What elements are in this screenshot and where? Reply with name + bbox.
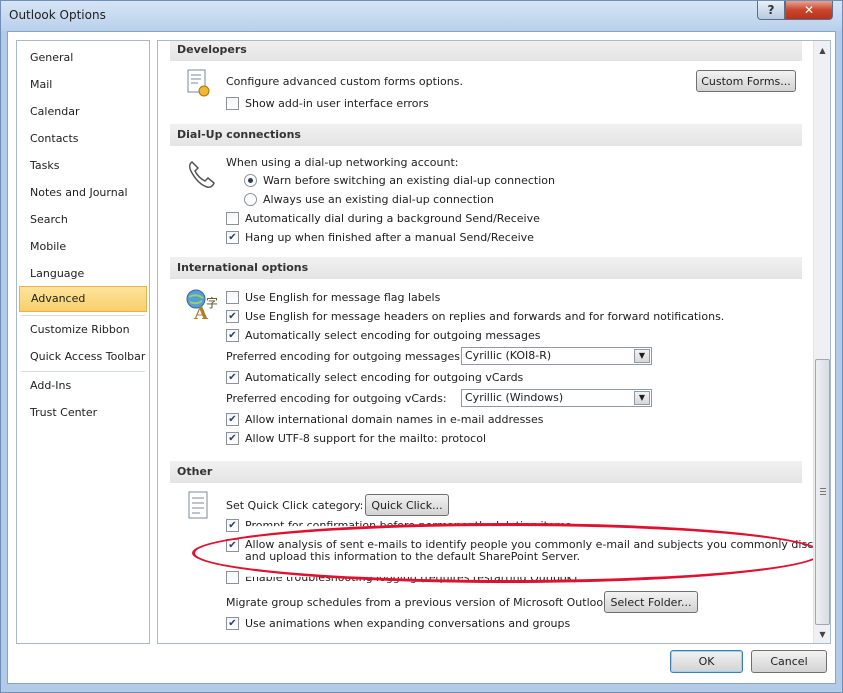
dialup-text: When using a dial-up networking account:	[226, 156, 459, 169]
hang-up-checkbox[interactable]: ✔	[226, 231, 239, 244]
preferred-encoding-select[interactable]: Cyrillic (KOI8-R) ▼	[461, 347, 652, 365]
hang-up-label: Hang up when finished after a manual Sen…	[245, 231, 534, 244]
custom-forms-text: Configure advanced custom forms options.	[226, 75, 463, 88]
warn-switch-radio[interactable]	[244, 174, 257, 187]
nav-item-advanced[interactable]: Advanced	[19, 286, 147, 312]
section-header-other: Other	[170, 461, 802, 483]
chevron-down-icon: ▼	[819, 629, 826, 639]
nav-item-quick-access-toolbar[interactable]: Quick Access Toolbar	[19, 345, 147, 369]
custom-forms-button[interactable]: Custom Forms...	[696, 70, 796, 92]
options-list-icon	[186, 491, 212, 527]
chevron-down-icon: ▼	[634, 349, 650, 363]
auto-encoding-label: Automatically select encoding for outgoi…	[245, 329, 541, 342]
addin-errors-label: Show add-in user interface errors	[245, 97, 429, 110]
content-scrollbar[interactable]: ▲ ▼	[813, 41, 830, 643]
nav-separator	[21, 315, 145, 316]
phone-icon	[186, 159, 216, 195]
nav-item-mail[interactable]: Mail	[19, 73, 147, 97]
close-button[interactable]: ✕	[785, 1, 833, 20]
nav-item-mobile[interactable]: Mobile	[19, 235, 147, 259]
chevron-down-icon: ▼	[634, 391, 650, 405]
scroll-up-button[interactable]: ▲	[815, 42, 830, 58]
english-flag-labels-checkbox[interactable]	[226, 291, 239, 304]
auto-vcard-checkbox[interactable]: ✔	[226, 371, 239, 384]
close-icon: ✕	[803, 3, 815, 17]
scroll-thumb[interactable]	[815, 359, 830, 625]
utf8-mailto-label: Allow UTF-8 support for the mailto: prot…	[245, 432, 487, 445]
ok-button[interactable]: OK	[670, 650, 743, 673]
auto-dial-label: Automatically dial during a background S…	[245, 212, 540, 225]
always-use-radio[interactable]	[244, 193, 257, 206]
nav-item-notes-journal[interactable]: Notes and Journal	[19, 181, 147, 205]
nav-item-contacts[interactable]: Contacts	[19, 127, 147, 151]
auto-vcard-label: Automatically select encoding for outgoi…	[245, 371, 524, 384]
intl-domains-checkbox[interactable]: ✔	[226, 413, 239, 426]
auto-encoding-checkbox[interactable]: ✔	[226, 329, 239, 342]
preferred-vcard-select[interactable]: Cyrillic (Windows) ▼	[461, 389, 652, 407]
advanced-options-pane: Developers Configure advanced custom for…	[157, 40, 831, 644]
nav-item-calendar[interactable]: Calendar	[19, 100, 147, 124]
nav-item-trust-center[interactable]: Trust Center	[19, 401, 147, 425]
scroll-down-button[interactable]: ▼	[815, 626, 830, 642]
animations-checkbox[interactable]: ✔	[226, 617, 239, 630]
animations-label: Use animations when expanding conversati…	[245, 617, 571, 630]
nav-item-add-ins[interactable]: Add-Ins	[19, 374, 147, 398]
section-header-developers: Developers	[170, 41, 802, 61]
english-headers-label: Use English for message headers on repli…	[245, 310, 725, 323]
addin-errors-checkbox[interactable]	[226, 97, 239, 110]
utf8-mailto-checkbox[interactable]: ✔	[226, 432, 239, 445]
grip-line	[820, 488, 826, 489]
select-folder-button[interactable]: Select Folder...	[604, 591, 698, 613]
nav-separator	[21, 371, 145, 372]
custom-forms-icon	[186, 69, 212, 105]
prompt-delete-checkbox[interactable]: ✔	[226, 519, 239, 532]
grip-line	[820, 491, 826, 492]
title-bar: Outlook Options ? ✕	[1, 1, 842, 31]
intl-domains-label: Allow international domain names in e-ma…	[245, 413, 544, 426]
dialog-client: General Mail Calendar Contacts Tasks Not…	[7, 31, 836, 684]
migrate-schedules-label: Migrate group schedules from a previous …	[226, 596, 614, 609]
cancel-button[interactable]: Cancel	[751, 650, 827, 673]
preferred-encoding-label: Preferred encoding for outgoing messages…	[226, 350, 464, 363]
preferred-encoding-value: Cyrillic (KOI8-R)	[465, 349, 552, 362]
nav-item-tasks[interactable]: Tasks	[19, 154, 147, 178]
options-nav: General Mail Calendar Contacts Tasks Not…	[16, 40, 150, 644]
preferred-vcard-value: Cyrillic (Windows)	[465, 391, 564, 404]
warn-switch-label: Warn before switching an existing dial-u…	[263, 174, 555, 187]
help-icon: ?	[767, 3, 775, 17]
nav-item-search[interactable]: Search	[19, 208, 147, 232]
outlook-options-window: Outlook Options ? ✕ General Mail Calenda…	[0, 0, 843, 693]
red-highlight-annotation	[192, 523, 822, 583]
help-button[interactable]: ?	[757, 1, 785, 20]
section-header-international: International options	[170, 257, 802, 279]
preferred-vcard-label: Preferred encoding for outgoing vCards:	[226, 392, 447, 405]
nav-item-customize-ribbon[interactable]: Customize Ribbon	[19, 318, 147, 342]
window-title: Outlook Options	[9, 8, 106, 22]
troubleshoot-logging-checkbox[interactable]	[226, 571, 239, 584]
english-headers-checkbox[interactable]: ✔	[226, 310, 239, 323]
grip-line	[820, 494, 826, 495]
quick-click-label: Set Quick Click category:	[226, 499, 364, 512]
nav-item-general[interactable]: General	[19, 46, 147, 70]
chevron-up-icon: ▲	[819, 45, 826, 55]
auto-dial-checkbox[interactable]	[226, 212, 239, 225]
nav-item-language[interactable]: Language	[19, 262, 147, 286]
international-language-icon: A字	[184, 287, 218, 327]
section-header-dialup: Dial-Up connections	[170, 124, 802, 146]
always-use-label: Always use an existing dial-up connectio…	[263, 193, 494, 206]
quick-click-button[interactable]: Quick Click...	[365, 494, 449, 516]
svg-text:字: 字	[206, 295, 218, 310]
english-flag-labels-label: Use English for message flag labels	[245, 291, 441, 304]
